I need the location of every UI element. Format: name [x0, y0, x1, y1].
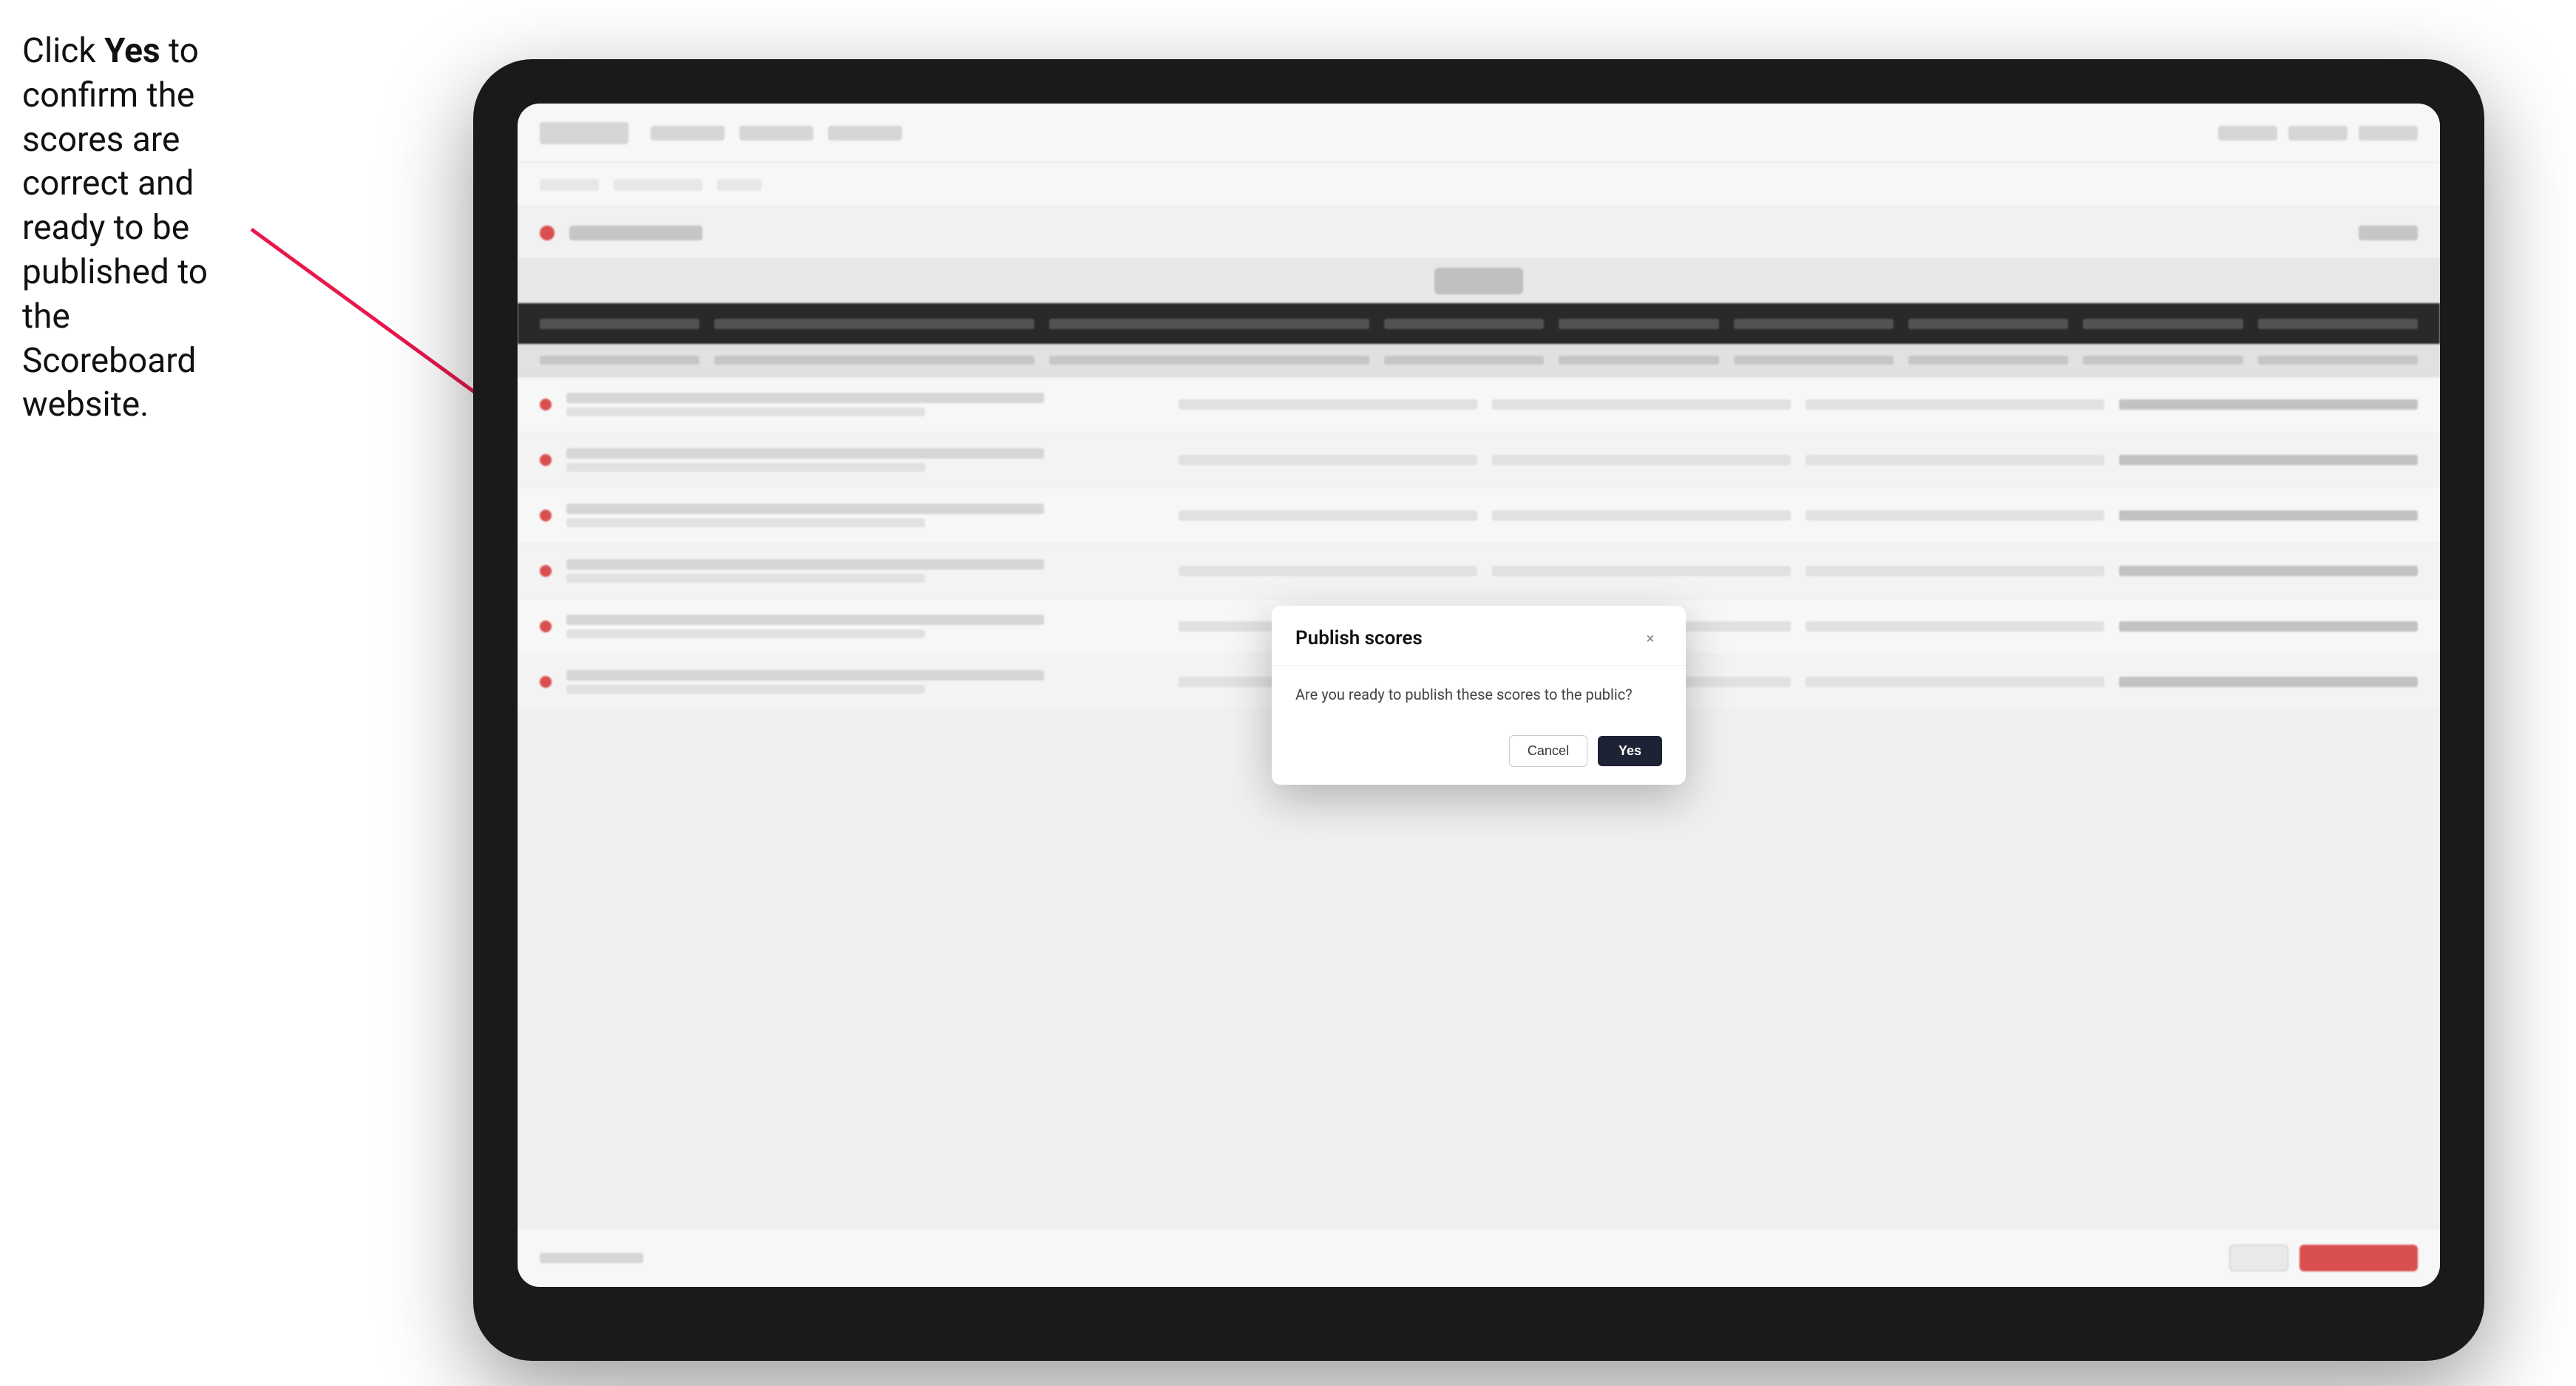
dialog-close-button[interactable]: ×: [1638, 626, 1662, 650]
dialog-body: Are you ready to publish these scores to…: [1272, 666, 1686, 723]
instruction-yes: Yes: [104, 31, 160, 71]
dialog-message: Are you ready to publish these scores to…: [1295, 686, 1633, 703]
dialog-confirm-button[interactable]: Yes: [1598, 736, 1662, 766]
tablet-screen: Publish scores × Are you ready to publis…: [518, 104, 2440, 1287]
instruction-text: Click Yes to confirm the scores are corr…: [22, 30, 229, 427]
dialog-header: Publish scores ×: [1272, 606, 1686, 666]
dialog-cancel-button[interactable]: Cancel: [1509, 735, 1587, 767]
modal-overlay: Publish scores × Are you ready to publis…: [518, 104, 2440, 1287]
dialog-title: Publish scores: [1295, 627, 1423, 649]
instruction-suffix: to confirm the scores are correct and re…: [22, 31, 208, 425]
dialog-footer: Cancel Yes: [1272, 723, 1686, 785]
publish-scores-dialog: Publish scores × Are you ready to publis…: [1272, 606, 1686, 785]
tablet-device: Publish scores × Are you ready to publis…: [473, 59, 2484, 1361]
instruction-prefix: Click: [22, 31, 104, 71]
